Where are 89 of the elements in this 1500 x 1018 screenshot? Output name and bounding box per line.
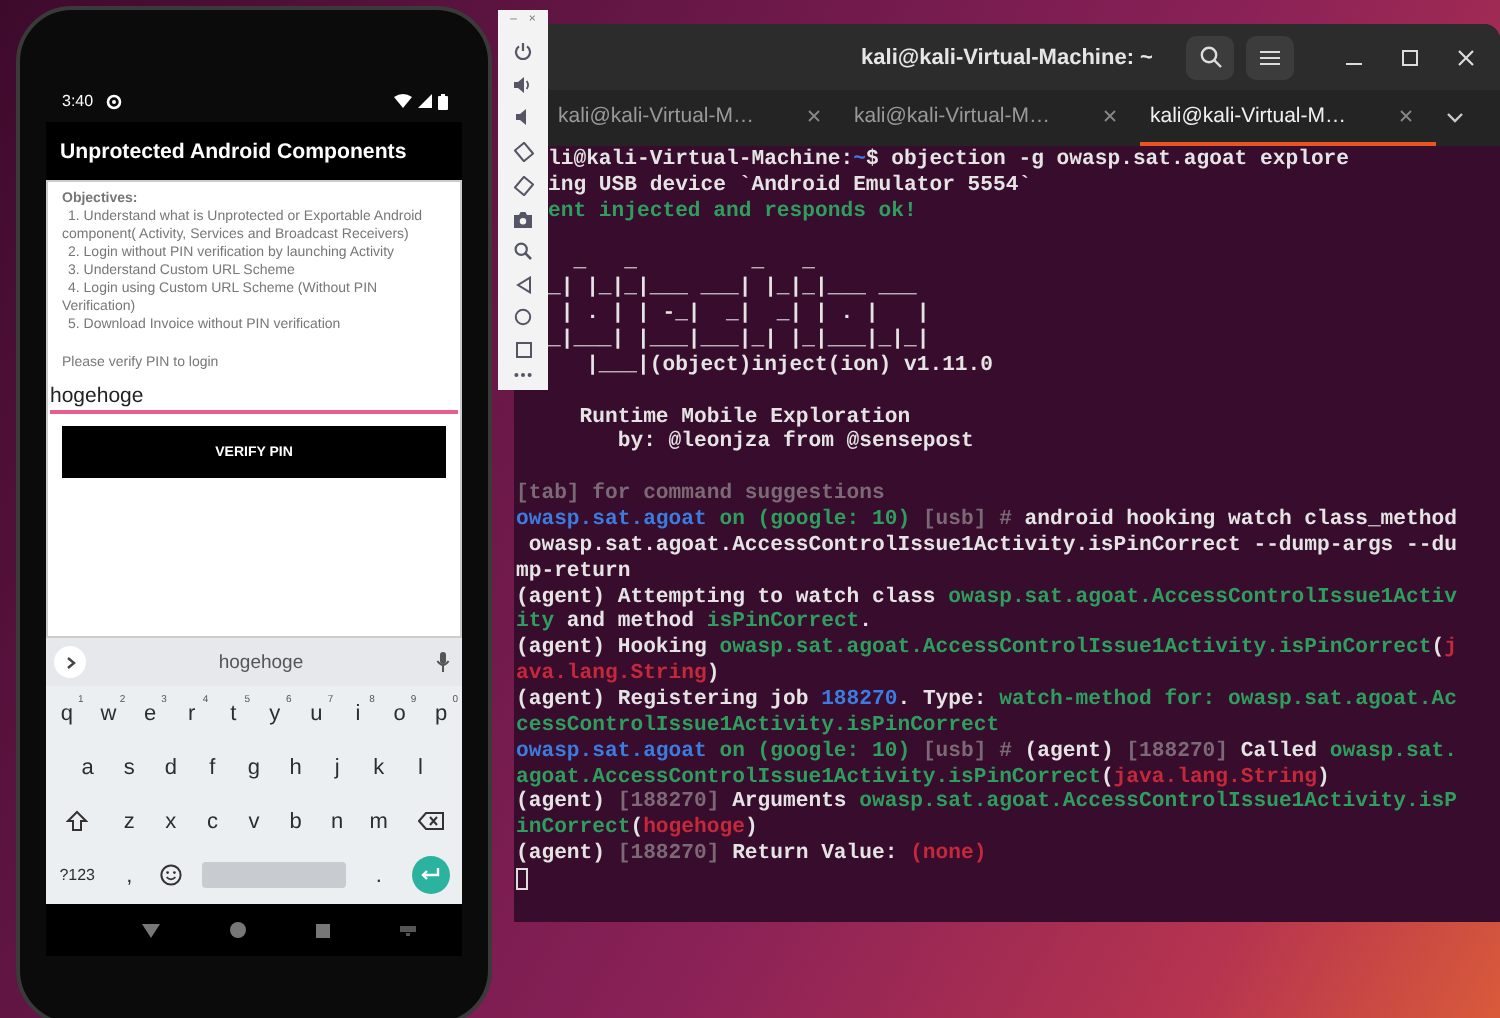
keyboard-key[interactable]: h bbox=[274, 740, 317, 794]
chevron-icon bbox=[65, 655, 75, 669]
back-icon[interactable] bbox=[515, 275, 531, 294]
volume-down-icon[interactable] bbox=[516, 108, 530, 127]
terminal-cursor bbox=[516, 868, 528, 891]
wifi-icon bbox=[394, 94, 412, 108]
terminal-tab[interactable]: kali@kali-Virtual-M… bbox=[548, 90, 844, 146]
keyboard-key[interactable]: v bbox=[233, 794, 275, 848]
terminal-line: owasp.sat.agoat on (google: 10) [usb] # (agent) [188270] Called owasp.sat. bbox=[516, 739, 1457, 766]
microphone-icon bbox=[436, 652, 450, 672]
enter-key[interactable] bbox=[411, 856, 450, 894]
terminal-line: [tab] for command suggestions bbox=[516, 482, 885, 508]
terminal-line: _|___| |___|___|_| |_|___|_|_| bbox=[548, 328, 930, 354]
terminal-line: cessControlIssue1Activity.isPinCorrect bbox=[516, 713, 1000, 740]
terminal-line: _| |_|_|___ ___| |_|_|___ ___ bbox=[548, 276, 917, 302]
pin-input-field[interactable]: hogehoge bbox=[50, 384, 458, 414]
keyboard-key[interactable]: ?123 bbox=[46, 848, 109, 902]
status-time: 3:40 bbox=[62, 92, 94, 110]
terminal-line: (agent) Attempting to watch class owasp.sat.agoat.AccessControlIssue1Activ bbox=[516, 585, 1457, 610]
terminal-line: ity and method isPinCorrect. bbox=[516, 610, 873, 636]
terminal-line: mp-return bbox=[516, 559, 631, 586]
overview-icon[interactable] bbox=[515, 341, 531, 358]
power-icon[interactable] bbox=[514, 42, 532, 61]
keyboard-key[interactable]: . bbox=[357, 848, 400, 902]
keyboard-key[interactable]: f bbox=[191, 740, 234, 794]
more-icon[interactable] bbox=[514, 371, 532, 378]
shift-icon bbox=[66, 810, 89, 832]
terminal-line: (agent) Hooking owasp.sat.agoat.AccessControlIssue1Activity.isPinCorrect(j bbox=[516, 636, 1457, 662]
camera-icon[interactable] bbox=[514, 211, 532, 228]
home-icon[interactable] bbox=[514, 308, 532, 327]
keyboard-key[interactable]: z bbox=[108, 794, 150, 848]
keyboard-key[interactable]: l bbox=[399, 740, 442, 794]
keyboard-key[interactable]: , bbox=[108, 848, 150, 902]
terminal-tab[interactable]: kali@kali-Virtual-M… bbox=[1140, 90, 1436, 146]
close-icon[interactable] bbox=[1104, 110, 1116, 122]
terminal-line: by: @leonjza from @sensepost bbox=[615, 430, 974, 457]
terminal-line: agoat.AccessControlIssue1Activity.isPinCorrect(java.lang.String) bbox=[516, 765, 1330, 790]
terminal-line: owasp.sat.agoat on (google: 10) [usb] # android hooking watch class_method bbox=[516, 508, 1457, 534]
close-icon[interactable] bbox=[808, 110, 820, 122]
chevron-down-icon[interactable] bbox=[1446, 112, 1464, 124]
volume-up-icon[interactable] bbox=[514, 75, 532, 94]
zoom-icon[interactable] bbox=[514, 242, 532, 261]
keyboard-key[interactable]: s bbox=[108, 740, 150, 794]
keyboard-key[interactable]: j bbox=[316, 740, 358, 794]
keyboard-key[interactable]: c bbox=[191, 794, 234, 848]
keyboard-key[interactable]: b bbox=[274, 794, 317, 848]
terminal-line: ing USB device `Android Emulator 5554` bbox=[548, 173, 1032, 200]
tab-label: kali@kali-Virtual-M… bbox=[854, 104, 1050, 128]
terminal-tab[interactable]: kali@kali-Virtual-M… bbox=[844, 90, 1140, 146]
smiley-icon bbox=[159, 864, 182, 886]
terminal-line: |___|(object)inject(ion) v1.11.0 bbox=[584, 353, 994, 380]
window-title: kali@kali-Virtual-Machine: ~ bbox=[861, 45, 1153, 69]
battery-icon bbox=[438, 93, 448, 109]
backspace-icon bbox=[417, 812, 444, 830]
terminal-line: (agent) [188270] Return Value: (none) bbox=[516, 842, 987, 869]
notification-icon bbox=[105, 93, 122, 109]
terminal-line: inCorrect(hogehoge) bbox=[516, 816, 758, 842]
home-icon[interactable] bbox=[229, 922, 245, 938]
terminal-line: (agent) [188270] Arguments owasp.sat.agoat.AccessControlIssue1Activity.isP bbox=[516, 790, 1457, 816]
terminal-line: ava.lang.String) bbox=[516, 662, 720, 688]
keyboard-key[interactable]: x bbox=[150, 794, 192, 848]
keyboard-key[interactable]: n bbox=[316, 794, 358, 848]
terminal-line: Runtime Mobile Exploration bbox=[577, 405, 911, 430]
keyboard-key[interactable]: d bbox=[150, 740, 192, 794]
menu-button[interactable] bbox=[1246, 35, 1294, 79]
search-icon bbox=[1199, 46, 1221, 68]
search-button[interactable] bbox=[1186, 35, 1234, 79]
keyboard-key[interactable]: k bbox=[357, 740, 400, 794]
keyboard-key[interactable]: g bbox=[233, 740, 275, 794]
terminal-line: li@kali-Virtual-Machine:~$ objection -g owasp.sat.agoat explore bbox=[548, 148, 1350, 174]
keyboard-icon[interactable] bbox=[399, 925, 415, 935]
menu-icon bbox=[1260, 49, 1280, 65]
tab-label: kali@kali-Virtual-M… bbox=[558, 104, 754, 128]
terminal-line: ent injected and responds ok! bbox=[548, 199, 917, 226]
terminal-line: owasp.sat.agoat.AccessControlIssue1Activity.isPinCorrect --dump-args --du bbox=[526, 533, 1457, 560]
app-title: Unprotected Android Components bbox=[60, 139, 407, 163]
keyboard-key[interactable]: a bbox=[66, 740, 109, 794]
close-icon[interactable] bbox=[1400, 110, 1412, 122]
tab-label: kali@kali-Virtual-M… bbox=[1150, 104, 1346, 128]
keyboard-key[interactable]: m bbox=[357, 794, 400, 848]
terminal-line: _ _ _ _ bbox=[571, 250, 816, 276]
recents-icon[interactable] bbox=[315, 923, 329, 937]
signal-icon bbox=[418, 94, 432, 108]
maximize-icon[interactable] bbox=[1402, 49, 1418, 65]
expand-button[interactable] bbox=[54, 646, 86, 678]
return-icon bbox=[420, 868, 441, 882]
terminal-line: | . | | -_| _| _| | . | | bbox=[558, 302, 930, 328]
back-icon[interactable] bbox=[141, 923, 159, 937]
terminal-line: (agent) Registering job 188270. Type: watch-method for: owasp.sat.agoat.Ac bbox=[516, 688, 1457, 714]
